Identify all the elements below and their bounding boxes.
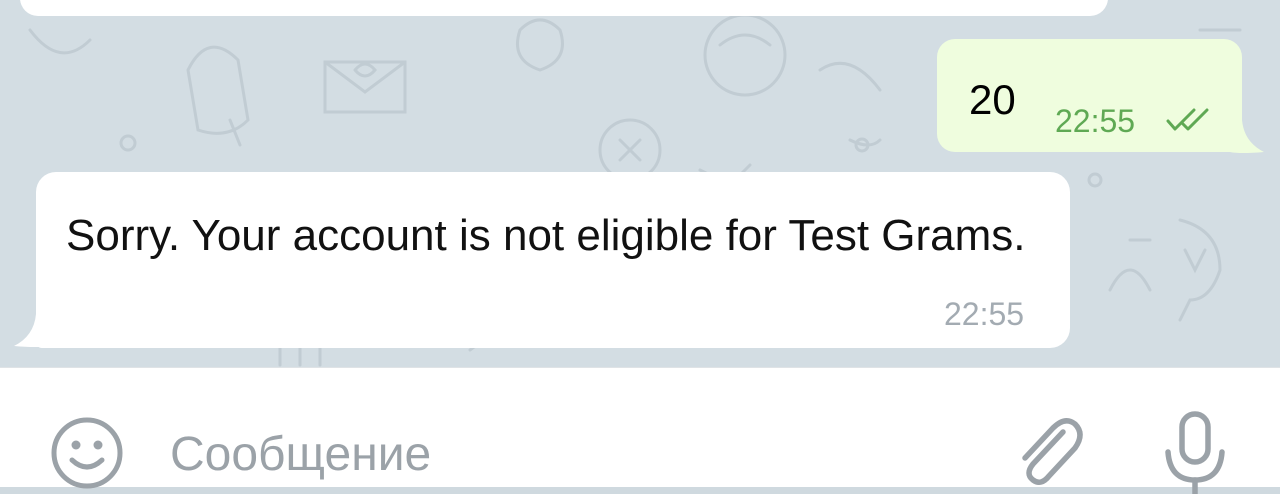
message-composer	[0, 367, 1280, 494]
microphone-icon[interactable]	[1160, 408, 1230, 494]
chat-area: 20 22:55 Sorry. Your account is not elig…	[0, 0, 1280, 367]
outgoing-message-time: 22:55	[1055, 103, 1136, 139]
outgoing-bubble-tail	[1230, 120, 1264, 153]
smiley-icon[interactable]	[50, 416, 124, 490]
incoming-message-time: 22:55	[944, 296, 1025, 332]
previous-message-bubble	[20, 0, 1108, 16]
outgoing-message-text: 20	[969, 76, 1016, 123]
message-input[interactable]	[170, 422, 950, 486]
incoming-message-text: Sorry. Your account is not eligible for …	[66, 211, 1026, 260]
incoming-bubble-tail	[14, 314, 48, 347]
double-check-icon	[1166, 108, 1209, 131]
paperclip-icon[interactable]	[1005, 408, 1091, 494]
